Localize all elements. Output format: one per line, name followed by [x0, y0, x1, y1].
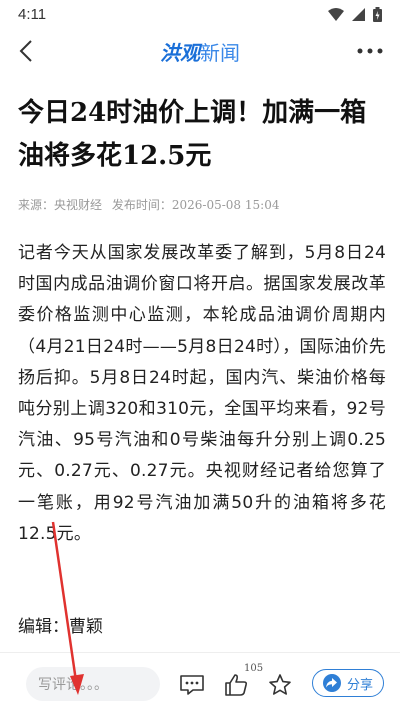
thumbs-up-icon: [225, 674, 248, 696]
share-label: 分享: [346, 677, 373, 693]
favorite-button[interactable]: [266, 671, 294, 699]
status-time: 4:11: [18, 5, 47, 23]
back-arrow-icon: [19, 40, 32, 62]
meta-time: 2026-05-08 15:04: [171, 198, 280, 212]
battery-icon: [373, 6, 382, 22]
like-count: 105: [244, 663, 264, 674]
more-button[interactable]: [354, 38, 386, 64]
meta-time-label: 发布时间：: [111, 198, 172, 212]
star-icon: [269, 674, 291, 695]
comment-placeholder: 写评论。。。: [38, 677, 108, 693]
article-title: 今日24时油价上调！加满一箱油将多花12.5元: [18, 98, 367, 171]
article-body: 记者今天从国家发展改革委了解到，5月8日24时国内成品油调价窗口将开启。据国家发…: [18, 243, 386, 544]
comment-button[interactable]: [178, 671, 206, 699]
comment-input[interactable]: 写评论。。。: [26, 667, 160, 701]
app-logo: 洪观 新闻: [160, 37, 240, 66]
more-dots-icon: [357, 48, 383, 54]
meta-source-label: 来源：: [18, 198, 55, 212]
nav-bar: 洪观 新闻: [0, 28, 400, 74]
meta-source: 央视财经: [54, 198, 103, 212]
bottom-action-bar: 写评论。。。 105 分享: [0, 652, 400, 711]
wifi-icon: [328, 7, 344, 21]
signal-icon: [352, 7, 365, 21]
article-editor: 编辑：曹颖: [18, 617, 103, 637]
article-meta: 来源：央视财经 发布时间：2026-05-08 15:04: [18, 196, 384, 213]
comment-icon: [180, 675, 204, 695]
status-bar: 4:11: [0, 0, 400, 28]
logo-rest: 新闻: [200, 40, 240, 65]
share-button[interactable]: 分享: [312, 669, 384, 697]
status-icons: [328, 6, 382, 22]
logo-brand: 洪观: [160, 40, 200, 65]
like-button[interactable]: [222, 671, 250, 699]
back-button[interactable]: [12, 36, 40, 66]
share-arrow-icon: [322, 674, 341, 692]
